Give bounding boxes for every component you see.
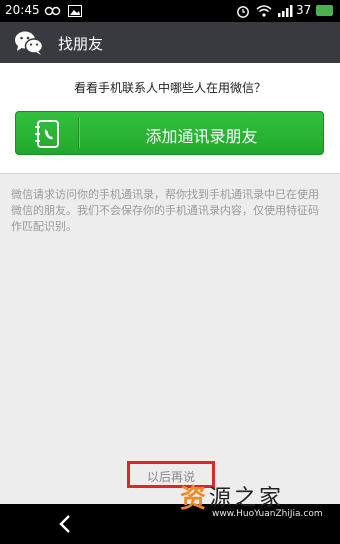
watermark-logo: 资 [180,484,207,514]
alarm-icon [237,6,249,18]
add-contacts-button[interactable]: 添加通讯录朋友 [15,111,324,155]
status-time: 20:45 [5,3,40,17]
wechat-logo-icon [15,31,44,55]
page-title: 找朋友 [58,35,104,53]
status-bar: 20:45 37 [0,0,340,22]
add-contacts-label: 添加通讯录朋友 [145,127,258,146]
address-book-icon [35,120,59,148]
signal-icon [278,5,293,17]
title-bar: 找朋友 [0,22,340,63]
contacts-prompt-panel: 看看手机联系人中哪些人在用微信？ 添加通讯录朋友 [0,63,340,174]
battery-level: 37 [296,3,312,17]
back-chevron-icon[interactable] [56,514,76,534]
wifi-icon [256,5,272,17]
prompt-text: 看看手机联系人中哪些人在用微信？ [73,81,266,95]
image-icon [68,5,82,17]
watermark-brand: 源之家 [209,486,285,511]
infinity-icon [44,6,61,16]
watermark-url: www.HuoYuanZhiJia.com [212,509,323,519]
privacy-description: 微信请求访问你的手机通讯录，帮你找到手机通讯录中已在使用微信的朋友。我们不会保存… [11,188,319,233]
battery-icon [316,5,333,16]
